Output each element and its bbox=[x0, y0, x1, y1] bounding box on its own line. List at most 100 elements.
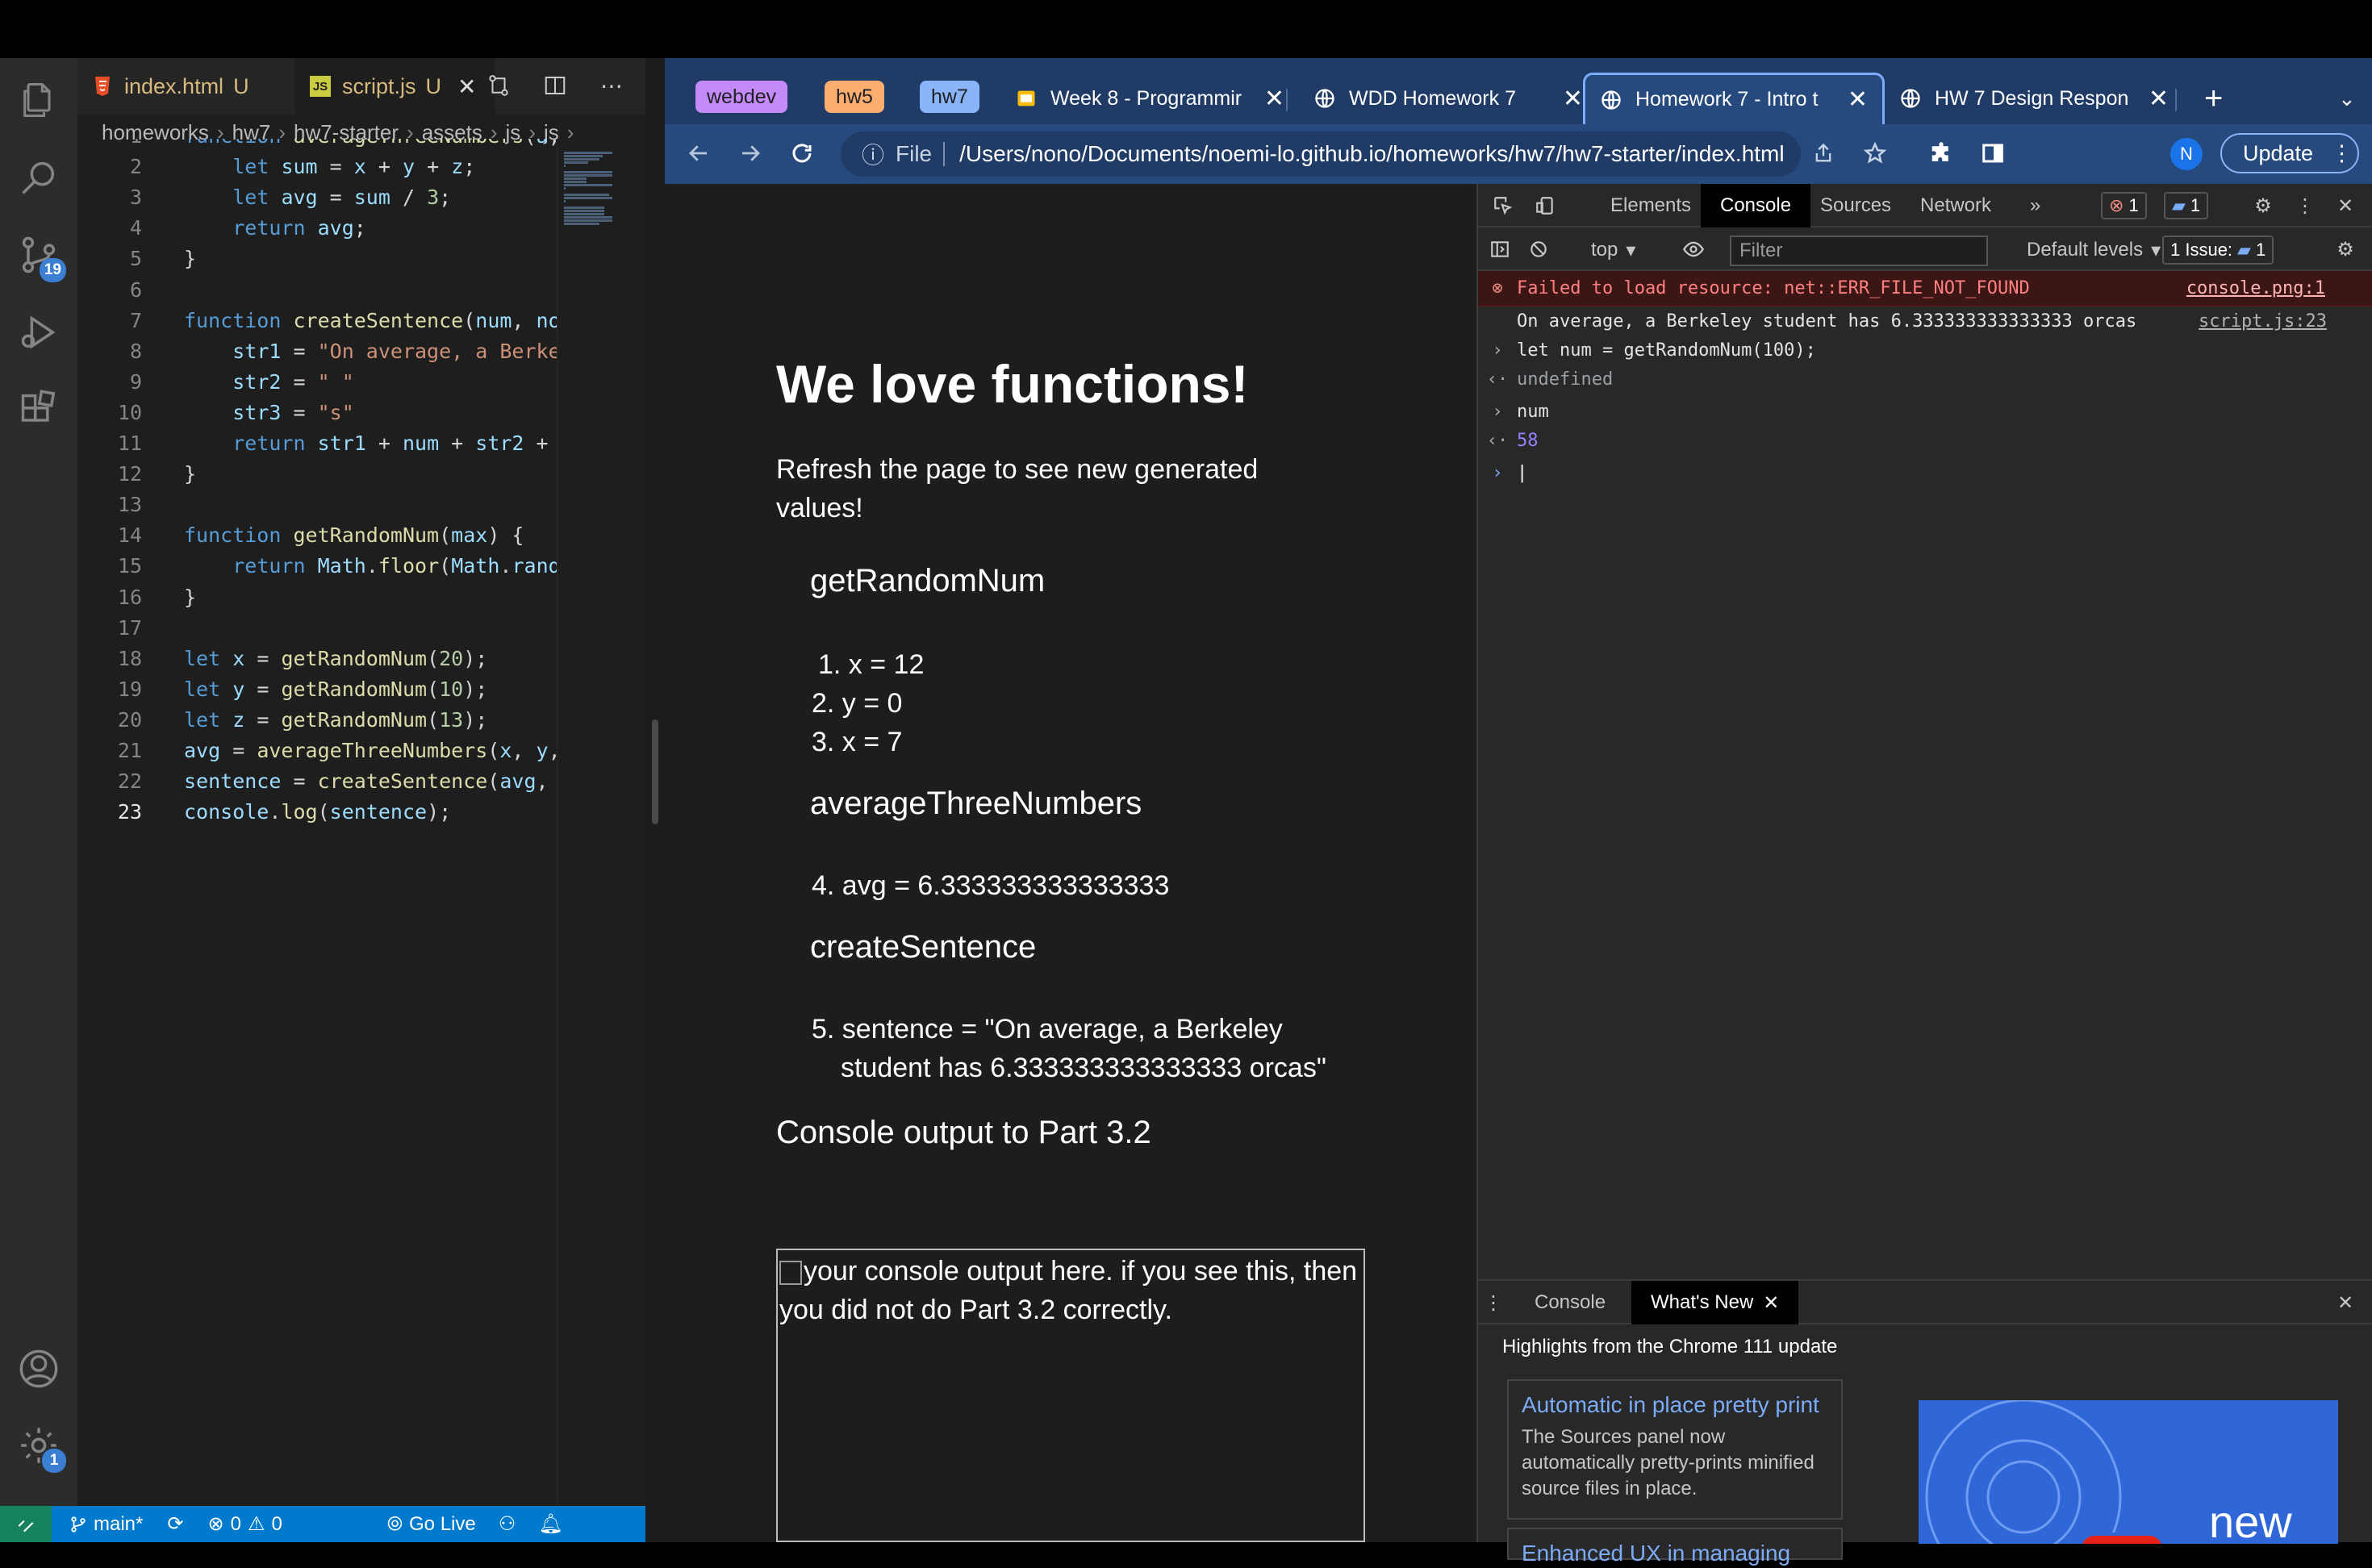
account-icon[interactable] bbox=[15, 1345, 63, 1393]
browser-tab[interactable]: Week 8 - Programmir ✕ bbox=[1000, 73, 1299, 124]
go-live-button[interactable]: ⦾ Go Live bbox=[387, 1513, 476, 1536]
live-share-icon[interactable]: ⚇ bbox=[499, 1512, 516, 1536]
settings-gear-icon[interactable]: ⚙ bbox=[2248, 190, 2278, 221]
tab-sources[interactable]: Sources bbox=[1801, 184, 1911, 227]
whats-new-video-thumbnail[interactable]: new bbox=[1919, 1400, 2338, 1544]
device-toolbar-icon[interactable] bbox=[1530, 190, 1560, 221]
minimap[interactable] bbox=[557, 145, 621, 1506]
context-selector[interactable]: top ▾ bbox=[1572, 229, 1655, 271]
tab-group-hw5[interactable]: hw5 bbox=[825, 81, 884, 113]
close-tab-icon[interactable]: ✕ bbox=[457, 73, 476, 100]
drawer-tab-console[interactable]: Console bbox=[1515, 1281, 1625, 1324]
extensions-puzzle-icon[interactable] bbox=[1923, 136, 1959, 171]
settings-gear-icon[interactable]: 1 bbox=[15, 1421, 66, 1473]
close-drawer-icon[interactable]: ✕ bbox=[2330, 1287, 2361, 1318]
code-line[interactable]: let y = getRandomNum(10); bbox=[184, 678, 487, 701]
tab-search-chevron-icon[interactable]: ⌄ bbox=[2324, 73, 2364, 124]
console-output[interactable]: ⊗ Failed to load resource: net::ERR_FILE… bbox=[1478, 271, 2372, 1400]
code-line[interactable]: str1 = "On average, a Berkel bbox=[184, 340, 562, 363]
code-line[interactable]: let sum = x + y + z; bbox=[184, 155, 475, 178]
search-icon[interactable] bbox=[15, 153, 63, 202]
tab-group-hw7[interactable]: hw7 bbox=[920, 81, 979, 113]
branch-indicator[interactable]: main* bbox=[69, 1513, 143, 1536]
browser-tab[interactable]: WDD Homework 7 ✕ bbox=[1299, 73, 1597, 124]
bookmark-star-icon[interactable] bbox=[1857, 136, 1893, 171]
tab-console[interactable]: Console bbox=[1701, 184, 1811, 227]
problems-indicator[interactable]: ⊗ 0 ⚠ 0 bbox=[207, 1512, 282, 1536]
close-tab-icon[interactable]: ✕ bbox=[1563, 85, 1583, 113]
code-line[interactable]: } bbox=[184, 462, 196, 486]
close-tab-icon[interactable]: ✕ bbox=[1264, 85, 1284, 113]
info-icon[interactable]: ⓘ bbox=[862, 138, 884, 170]
browser-tab[interactable]: HW 7 Design Respon ✕ bbox=[1885, 73, 2183, 124]
share-icon[interactable] bbox=[1806, 136, 1841, 171]
console-source-link[interactable]: script.js:23 bbox=[2199, 311, 2327, 332]
compare-changes-icon[interactable] bbox=[482, 69, 515, 102]
inspect-element-icon[interactable] bbox=[1488, 190, 1518, 221]
whats-new-card[interactable]: Automatic in place pretty print The Sour… bbox=[1507, 1379, 1843, 1520]
side-panel-icon[interactable] bbox=[1975, 136, 2011, 171]
more-tabs-chevron-icon[interactable]: » bbox=[2011, 184, 2060, 227]
code-line[interactable]: return avg; bbox=[184, 216, 366, 240]
console-prompt[interactable]: › | bbox=[1478, 458, 2372, 487]
code-line[interactable]: function getRandomNum(max) { bbox=[184, 523, 524, 547]
code-line[interactable]: sentence = createSentence(avg, " bbox=[184, 769, 562, 793]
source-control-icon[interactable]: 19 bbox=[15, 231, 66, 282]
drawer-tab-whats-new[interactable]: What's New ✕ bbox=[1631, 1281, 1799, 1324]
remote-indicator-icon[interactable] bbox=[0, 1506, 52, 1542]
tab-group-webdev[interactable]: webdev bbox=[695, 81, 788, 113]
code-line[interactable]: let z = getRandomNum(13); bbox=[184, 708, 487, 732]
close-tab-icon[interactable]: ✕ bbox=[2149, 85, 2169, 113]
live-expression-eye-icon[interactable] bbox=[1678, 234, 1709, 265]
more-actions-icon[interactable]: ⋯ bbox=[595, 69, 628, 102]
code-editor[interactable]: 1 function averageThreeNumbers(a, 2 let su… bbox=[77, 139, 562, 1506]
browser-tab-active[interactable]: Homework 7 - Intro t ✕ bbox=[1583, 73, 1885, 124]
back-arrow-icon[interactable] bbox=[681, 136, 716, 171]
console-source-link[interactable]: console.png:1 bbox=[2186, 278, 2325, 298]
new-tab-button[interactable]: + bbox=[2190, 73, 2238, 124]
code-line[interactable]: function averageThreeNumbers(a, bbox=[184, 139, 561, 148]
window-splitter[interactable] bbox=[645, 58, 665, 1542]
explorer-icon[interactable] bbox=[15, 76, 63, 124]
code-line[interactable]: } bbox=[184, 586, 196, 609]
code-line[interactable]: function createSentence(num, nou bbox=[184, 309, 562, 332]
code-line[interactable]: let avg = sum / 3; bbox=[184, 186, 451, 209]
clear-console-icon[interactable] bbox=[1523, 234, 1554, 265]
code-line[interactable]: avg = averageThreeNumbers(x, y, bbox=[184, 739, 561, 762]
editor-scrollbar[interactable] bbox=[621, 145, 645, 1506]
tab-elements[interactable]: Elements bbox=[1591, 184, 1710, 227]
close-devtools-icon[interactable]: ✕ bbox=[2330, 190, 2361, 221]
tab-script-js[interactable]: JS script.js U ✕ bbox=[295, 58, 495, 115]
console-filter-input[interactable]: Filter bbox=[1730, 236, 1988, 266]
forward-arrow-icon[interactable] bbox=[733, 136, 768, 171]
card-link[interactable]: Automatic in place pretty print bbox=[1522, 1391, 1828, 1420]
tab-index-html[interactable]: index.html U bbox=[77, 58, 295, 115]
run-debug-icon[interactable] bbox=[15, 308, 63, 357]
tab-network[interactable]: Network bbox=[1901, 184, 2011, 227]
sync-icon[interactable]: ⟳ bbox=[167, 1512, 183, 1536]
code-line[interactable]: } bbox=[184, 247, 196, 270]
console-settings-gear-icon[interactable]: ⚙ bbox=[2330, 234, 2361, 265]
code-line[interactable]: str2 = " " bbox=[184, 370, 354, 394]
notifications-bell-icon[interactable]: 🔔︎ bbox=[538, 1512, 562, 1536]
sidebar-toggle-icon[interactable] bbox=[1485, 234, 1515, 265]
update-button[interactable]: Update ⋮ bbox=[2220, 133, 2359, 173]
address-bar[interactable]: ⓘ File /Users/nono/Documents/noemi-lo.gi… bbox=[841, 131, 1801, 177]
card-link[interactable]: Enhanced UX in managing bbox=[1522, 1539, 1828, 1568]
close-tab-icon[interactable]: ✕ bbox=[1763, 1291, 1779, 1315]
code-line[interactable]: return str1 + num + str2 + n bbox=[184, 432, 562, 455]
close-tab-icon[interactable]: ✕ bbox=[1848, 85, 1868, 114]
message-counter[interactable]: ▰ 1 bbox=[2164, 192, 2209, 219]
whats-new-card[interactable]: Enhanced UX in managing bbox=[1507, 1528, 1843, 1566]
code-line[interactable]: console.log(sentence); bbox=[184, 800, 451, 824]
error-counter[interactable]: ⊗ 1 bbox=[2101, 192, 2147, 219]
split-editor-icon[interactable] bbox=[539, 69, 571, 102]
code-line[interactable]: str3 = "s" bbox=[184, 401, 354, 424]
drawer-menu-icon[interactable]: ⋮ bbox=[1478, 1287, 1509, 1318]
reload-icon[interactable] bbox=[784, 136, 820, 171]
extensions-icon[interactable] bbox=[15, 386, 63, 434]
code-line[interactable]: return Math.floor(Math.rando bbox=[184, 554, 562, 578]
code-line[interactable]: let x = getRandomNum(20); bbox=[184, 647, 487, 670]
splitter-grip[interactable] bbox=[652, 719, 658, 824]
kebab-menu-icon[interactable]: ⋮ bbox=[2290, 190, 2320, 221]
